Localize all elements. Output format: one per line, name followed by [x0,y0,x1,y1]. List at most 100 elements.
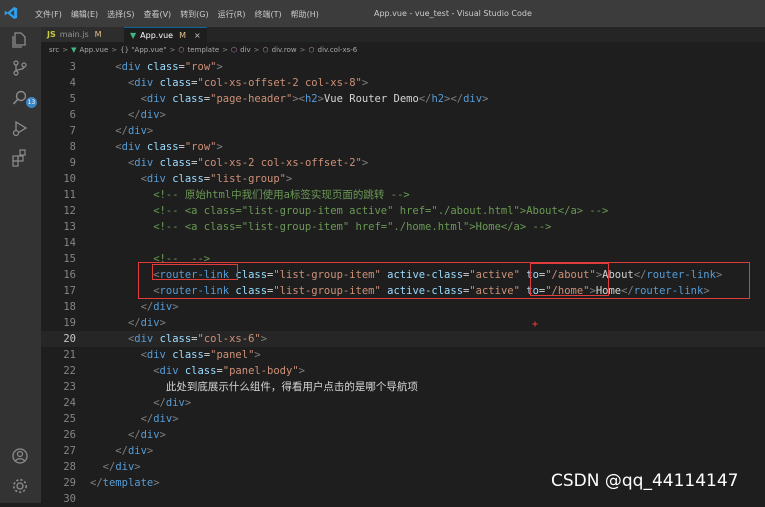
line-number: 22 [63,365,76,377]
breadcrumb-item[interactable]: div.row [272,46,297,54]
breadcrumb-item[interactable]: template [188,46,220,54]
close-tab-icon[interactable]: × [194,31,201,40]
code-line[interactable]: 24 </div> [41,395,765,411]
code-line[interactable]: 19 </div> [41,315,765,331]
run-debug-icon[interactable] [11,119,29,137]
tab-main-js[interactable]: JS main.js M [41,27,124,42]
code-token: class [146,141,179,153]
line-number: 16 [63,269,76,281]
line-number: 24 [63,397,76,409]
code-token: </ [127,109,141,121]
modified-indicator: M [94,30,102,39]
menu-file[interactable]: 文件(F) [35,9,62,20]
code-token: "row" [184,61,217,73]
code-content: </div> [90,107,166,123]
code-line[interactable]: 9 <div class="col-xs-2 col-xs-offset-2"> [41,155,765,171]
breadcrumb-item[interactable]: div.col-xs-6 [318,46,358,54]
code-line[interactable]: 3 <div class="row"> [41,59,765,75]
code-line[interactable]: 22 <div class="panel-body"> [41,363,765,379]
code-line[interactable]: 21 <div class="panel"> [41,347,765,363]
js-file-icon: JS [47,30,56,39]
code-token: div [134,77,154,89]
code-token: </ [153,397,166,409]
tab-label: main.js [59,30,89,39]
code-token: </ [127,429,141,441]
line-number: 15 [63,253,76,265]
code-token: div [463,93,483,105]
code-content: <div class="row"> [90,139,223,155]
code-content: </div> [90,315,166,331]
menu-run[interactable]: 运行(R) [218,9,246,20]
code-token: <!-- <a class="list-group-item active" h… [153,205,609,217]
code-token: > [482,93,489,105]
breadcrumb-item[interactable]: {} "App.vue" [120,46,166,54]
code-token: > [153,477,160,489]
line-number: 3 [69,61,76,73]
menu-go[interactable]: 转到(G) [180,9,208,20]
code-line[interactable]: 4 <div class="col-xs-offset-2 col-xs-8"> [41,75,765,91]
extensions-icon[interactable] [11,149,29,167]
code-content: <div class="page-header"><h2>Vue Router … [90,91,489,107]
code-content: <div class="col-xs-6"> [90,331,267,347]
code-token: <!-- 原始html中我们使用a标签实现页面的跳转 --> [153,189,410,201]
search-icon[interactable] [11,89,29,107]
code-line[interactable]: 6 </div> [41,107,765,123]
watermark: CSDN @qq_44114147 [551,471,739,491]
source-control-icon[interactable] [11,59,29,77]
menu-selection[interactable]: 选择(S) [107,9,134,20]
breadcrumb: src > ▼ App.vue > {} "App.vue" > ⬡ templ… [41,42,765,57]
code-line[interactable]: 18 </div> [41,299,765,315]
breadcrumb-item[interactable]: div [240,46,251,54]
breadcrumb-separator: > [62,45,69,54]
tab-app-vue[interactable]: ▼ App.vue M × [124,27,207,42]
line-number: 9 [69,157,76,169]
code-line[interactable]: 27 </div> [41,443,765,459]
line-number: 7 [69,125,76,137]
code-line[interactable]: 14 [41,235,765,251]
code-line[interactable]: 26 </div> [41,427,765,443]
line-number: 27 [63,445,76,457]
code-token: class [159,333,192,345]
menu-edit[interactable]: 编辑(E) [71,9,98,20]
modified-indicator: M [179,30,186,40]
code-token: </ [450,93,464,105]
title-bar: 文件(F) 编辑(E) 选择(S) 查看(V) 转到(G) 运行(R) 终端(T… [0,0,765,27]
menu-view[interactable]: 查看(V) [143,9,171,20]
code-token: "list-group" [210,173,286,185]
code-line[interactable]: 23 此处到底展示什么组件，得看用户点击的是哪个导航项 [41,379,765,395]
explorer-icon[interactable] [11,31,29,49]
line-number: 4 [69,77,76,89]
code-token: class [184,365,217,377]
code-line[interactable]: 5 <div class="page-header"><h2>Vue Route… [41,91,765,107]
code-line[interactable]: 30 [41,491,765,507]
code-line[interactable]: 7 </div> [41,123,765,139]
breadcrumb-separator: > [111,45,118,54]
settings-gear-icon[interactable] [11,477,29,495]
code-token: class [172,93,204,105]
account-icon[interactable] [11,447,29,465]
code-line[interactable]: 8 <div class="row"> [41,139,765,155]
code-line[interactable]: 13 <!-- <a class="list-group-item" href=… [41,219,765,235]
line-number: 14 [63,237,76,249]
code-token: > [286,173,293,185]
line-number: 20 [63,333,76,345]
code-line[interactable]: 20 <div class="col-xs-6"> [41,331,765,347]
code-line[interactable]: 10 <div class="list-group"> [41,171,765,187]
breadcrumb-item[interactable]: src [49,46,59,54]
code-line[interactable]: 25 </div> [41,411,765,427]
breadcrumb-separator: > [222,45,229,54]
code-line[interactable]: 12 <!-- <a class="list-group-item active… [41,203,765,219]
breadcrumb-item[interactable]: App.vue [80,46,109,54]
menu-help[interactable]: 帮助(H) [291,9,319,20]
code-line[interactable]: 11 <!-- 原始html中我们使用a标签实现页面的跳转 --> [41,187,765,203]
menu-terminal[interactable]: 终端(T) [254,9,281,20]
line-number: 11 [63,189,76,201]
code-content: <div class="panel"> [90,347,261,363]
code-token: div [146,93,166,105]
line-number: 21 [63,349,76,361]
